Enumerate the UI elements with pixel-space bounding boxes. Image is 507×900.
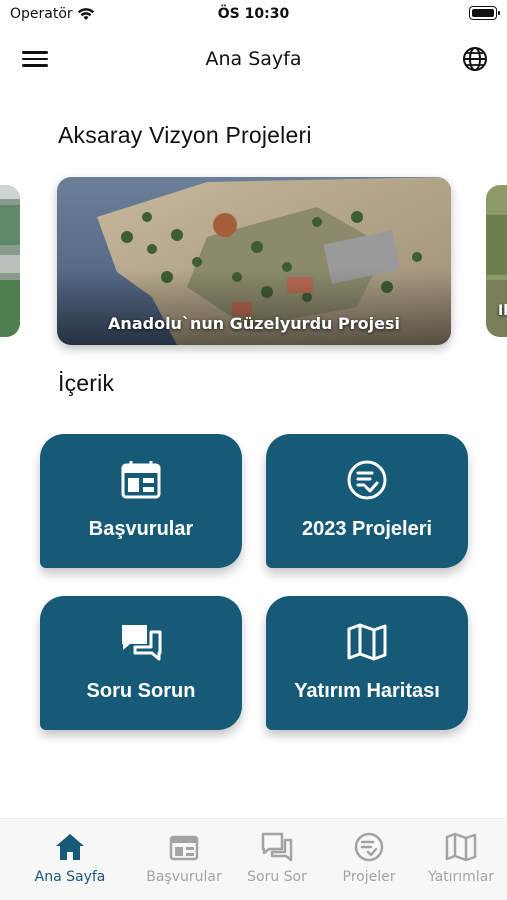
- tile-2023-projeleri[interactable]: 2023 Projeleri: [266, 434, 468, 568]
- document-check-icon: [347, 460, 387, 500]
- globe-icon[interactable]: [461, 45, 489, 73]
- carousel-caption: Anadolu`nun Güzelyurdu Projesi: [108, 314, 400, 333]
- tab-label: Yatırımlar: [427, 869, 495, 885]
- calendar-icon: [169, 835, 199, 861]
- tab-basvurular[interactable]: Başvurular: [134, 831, 234, 885]
- carousel-caption: Ih: [498, 303, 507, 319]
- tile-label: Soru Sorun: [86, 680, 196, 702]
- map-icon: [445, 832, 477, 862]
- tab-projeler[interactable]: Projeler: [319, 831, 419, 885]
- tab-ana-sayfa[interactable]: Ana Sayfa: [20, 831, 120, 885]
- chat-bubbles-icon: [122, 625, 162, 661]
- icerik-section-title: İçerik: [58, 370, 115, 396]
- carousel-card-previous[interactable]: [0, 185, 20, 337]
- carousel-card-guzelyurdu[interactable]: Anadolu`nun Güzelyurdu Projesi: [57, 177, 451, 345]
- tile-label: Yatırım Haritası: [294, 680, 440, 702]
- carousel-card-next[interactable]: Ih: [486, 185, 507, 337]
- chat-bubbles-icon: [261, 832, 293, 862]
- map-icon: [347, 623, 387, 661]
- tile-label: 2023 Projeleri: [301, 518, 433, 540]
- vizyon-section-title: Aksaray Vizyon Projeleri: [58, 122, 312, 148]
- calendar-icon: [121, 461, 161, 499]
- battery-icon: [469, 6, 500, 20]
- tile-yatirim-haritasi[interactable]: Yatırım Haritası: [266, 596, 468, 730]
- tile-soru-sorun[interactable]: Soru Sorun: [40, 596, 242, 730]
- tab-label: Projeler: [342, 869, 396, 885]
- navigation-bar: Ana Sayfa: [0, 40, 507, 82]
- vizyon-carousel[interactable]: Anadolu`nun Güzelyurdu Projesi Ih: [0, 175, 507, 350]
- tab-yatirimlar[interactable]: Yatırımlar: [411, 831, 507, 885]
- app-screen: Operatör ÖS 10:30 Ana Sayfa Aksaray Vizy…: [0, 0, 507, 900]
- tile-basvurular[interactable]: Başvurular: [40, 434, 242, 568]
- home-icon: [56, 834, 84, 860]
- bottom-tab-bar: Ana Sayfa Başvurular Soru Sor Projeler Y…: [0, 818, 507, 900]
- tile-label: Başvurular: [88, 518, 194, 540]
- status-time: ÖS 10:30: [217, 6, 290, 22]
- tab-soru-sor[interactable]: Soru Sor: [227, 831, 327, 885]
- tab-label: Ana Sayfa: [34, 869, 106, 885]
- page-title: Ana Sayfa: [205, 48, 302, 70]
- status-bar: Operatör ÖS 10:30: [0, 0, 507, 28]
- tab-label: Soru Sor: [247, 869, 307, 885]
- project-image: [0, 185, 20, 337]
- tab-label: Başvurular: [146, 869, 222, 885]
- document-check-icon: [354, 832, 384, 862]
